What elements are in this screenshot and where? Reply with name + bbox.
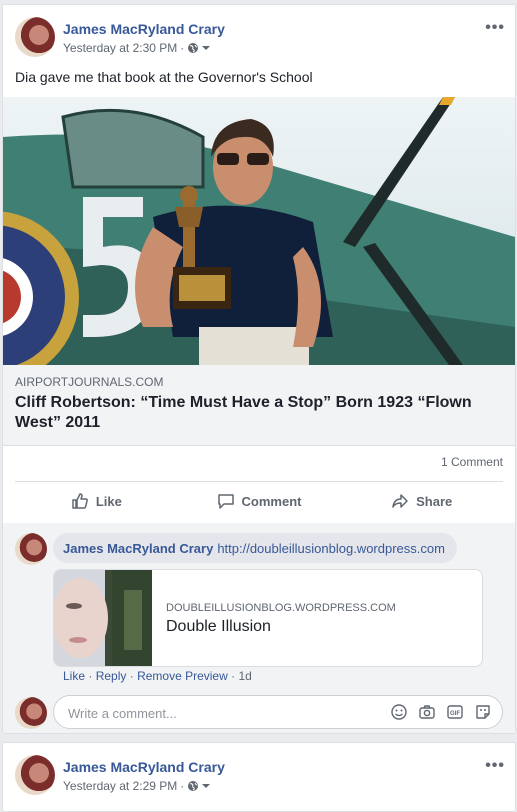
- more-options-button[interactable]: •••: [485, 19, 505, 37]
- sticker-icon[interactable]: [474, 703, 492, 721]
- like-button[interactable]: Like: [15, 483, 178, 519]
- post-card: James MacRyland Crary Yesterday at 2:29 …: [2, 742, 516, 812]
- link-title[interactable]: Cliff Robertson: “Time Must Have a Stop”…: [15, 393, 495, 433]
- author-name[interactable]: James MacRyland Crary: [63, 21, 225, 37]
- comment-link-preview[interactable]: DOUBLEILLUSIONBLOG.WORDPRESS.COM Double …: [53, 569, 483, 667]
- link-image[interactable]: [3, 97, 515, 365]
- comments-section: James MacRyland Crary http://doubleillus…: [3, 523, 515, 733]
- author-avatar[interactable]: [15, 17, 55, 57]
- chevron-down-icon[interactable]: [202, 44, 211, 52]
- more-options-button[interactable]: •••: [485, 757, 505, 775]
- photo-illustration: [3, 97, 515, 365]
- comment-actions: Like · Reply · Remove Preview · 1d: [63, 669, 252, 683]
- current-user-avatar[interactable]: [15, 697, 47, 729]
- comment-link[interactable]: http://doubleillusionblog.wordpress.com: [217, 541, 445, 556]
- post-meta: Yesterday at 2:30 PM ·: [63, 41, 211, 55]
- gif-icon[interactable]: GIF: [446, 703, 464, 721]
- author-name[interactable]: James MacRyland Crary: [63, 759, 225, 775]
- comment-bubble: James MacRyland Crary http://doubleillus…: [53, 533, 457, 563]
- comment-icon: [217, 494, 234, 509]
- globe-icon[interactable]: [187, 42, 199, 54]
- comment-author[interactable]: James MacRyland Crary: [63, 541, 213, 556]
- globe-icon[interactable]: [187, 780, 199, 792]
- comment-reply-link[interactable]: Reply: [96, 669, 127, 683]
- preview-image: [54, 570, 152, 666]
- comment-button[interactable]: Comment: [178, 483, 341, 519]
- share-icon: [392, 494, 408, 508]
- like-label: Like: [95, 493, 122, 509]
- chevron-down-icon[interactable]: [202, 782, 211, 790]
- link-preview[interactable]: AIRPORTJOURNALS.COM Cliff Robertson: “Ti…: [3, 365, 515, 446]
- post-text: Dia gave me that book at the Governor's …: [15, 69, 313, 85]
- preview-title[interactable]: Double Illusion: [166, 618, 271, 636]
- thumbs-up-icon: [72, 493, 88, 509]
- commenter-avatar[interactable]: [15, 533, 47, 565]
- author-avatar[interactable]: [15, 755, 55, 795]
- comment-like-link[interactable]: Like: [63, 669, 85, 683]
- remove-preview-link[interactable]: Remove Preview: [137, 669, 228, 683]
- write-comment-box[interactable]: GIF: [53, 695, 503, 729]
- share-button[interactable]: Share: [340, 483, 503, 519]
- preview-domain: DOUBLEILLUSIONBLOG.WORDPRESS.COM: [166, 602, 396, 614]
- comment-input[interactable]: [66, 702, 370, 724]
- comment-label: Comment: [241, 493, 302, 509]
- comment-age[interactable]: 1d: [238, 669, 251, 683]
- post-meta: Yesterday at 2:29 PM ·: [63, 779, 211, 793]
- post-timestamp[interactable]: Yesterday at 2:30 PM: [63, 41, 177, 55]
- post-timestamp[interactable]: Yesterday at 2:29 PM: [63, 779, 177, 793]
- share-label: Share: [416, 493, 453, 509]
- post-card: James MacRyland Crary Yesterday at 2:30 …: [2, 4, 516, 734]
- emoji-icon[interactable]: [390, 703, 408, 721]
- link-domain: AIRPORTJOURNALS.COM: [15, 375, 164, 389]
- preview-photo: [54, 570, 152, 666]
- svg-text:GIF: GIF: [450, 711, 460, 717]
- post-actions: Like Comment Share: [15, 483, 503, 519]
- camera-icon[interactable]: [418, 703, 436, 721]
- divider: [15, 481, 503, 482]
- comment-count[interactable]: 1 Comment: [441, 455, 503, 469]
- comment-tools: GIF: [390, 703, 492, 721]
